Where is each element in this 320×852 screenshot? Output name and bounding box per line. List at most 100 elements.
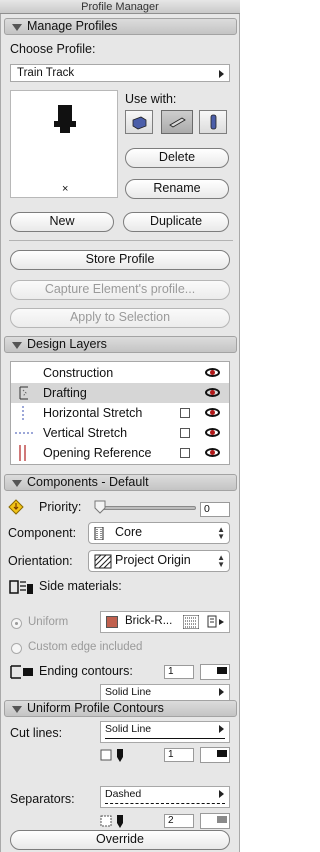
divider xyxy=(9,240,233,241)
layer-label: Horizontal Stretch xyxy=(43,406,143,420)
cut-pen-field[interactable]: 1 xyxy=(164,748,194,762)
solid-line-preview xyxy=(105,738,225,739)
visibility-eye-icon[interactable] xyxy=(205,388,220,397)
component-value: Core xyxy=(115,525,143,539)
layer-checkbox[interactable] xyxy=(180,408,190,418)
visibility-eye-icon[interactable] xyxy=(205,368,220,377)
material-select[interactable]: Brick-R... xyxy=(100,611,230,633)
manage-profiles-title: Manage Profiles xyxy=(27,19,118,33)
design-layers-header[interactable]: Design Layers xyxy=(4,336,237,353)
orientation-label: Orientation: xyxy=(8,554,73,568)
disclosure-triangle-icon[interactable] xyxy=(12,342,22,349)
layer-row-drafting[interactable]: Drafting xyxy=(11,383,229,403)
beam-tool-icon xyxy=(169,117,186,128)
custom-edge-radio[interactable] xyxy=(11,643,22,654)
dashed-line-preview xyxy=(105,803,225,804)
dropdown-arrow-icon xyxy=(219,790,224,798)
cut-line-type-select[interactable]: Solid Line xyxy=(100,721,230,743)
uniform-contours-header[interactable]: Uniform Profile Contours xyxy=(4,700,237,717)
dropdown-arrow-icon xyxy=(219,688,224,696)
profile-select[interactable]: Train Track xyxy=(10,64,230,82)
profile-select-value: Train Track xyxy=(17,67,75,79)
fill-pattern-icon xyxy=(183,615,199,629)
material-options-icon xyxy=(207,615,224,628)
window-titlebar[interactable]: Profile Manager xyxy=(0,0,240,14)
dropdown-arrow-icon xyxy=(219,70,224,78)
use-with-label: Use with: xyxy=(125,92,177,106)
side-materials-label: Side materials: xyxy=(39,579,122,593)
column-tool-icon xyxy=(210,114,217,130)
priority-slider[interactable] xyxy=(94,500,196,514)
ending-pen-field[interactable]: 1 xyxy=(164,665,194,679)
new-button[interactable]: New xyxy=(10,212,114,232)
apply-to-selection-button[interactable]: Apply to Selection xyxy=(10,308,230,328)
uniform-radio[interactable] xyxy=(11,618,22,629)
visibility-eye-icon[interactable] xyxy=(205,428,220,437)
profile-preview: × xyxy=(10,90,118,198)
custom-edge-label: Custom edge included xyxy=(28,641,143,653)
layer-row-vertical-stretch[interactable]: Vertical Stretch xyxy=(11,423,229,443)
window-title: Profile Manager xyxy=(81,1,159,13)
layer-row-horizontal-stretch[interactable]: Horizontal Stretch xyxy=(11,403,229,423)
priority-value-field[interactable]: 0 xyxy=(200,502,230,517)
use-with-column-button[interactable] xyxy=(199,110,227,134)
profile-manager-panel: Manage Profiles Choose Profile: Train Tr… xyxy=(0,14,240,852)
horizontal-stretch-icon xyxy=(22,406,24,420)
ending-line-type-value: Solid Line xyxy=(105,686,152,698)
orientation-value: Project Origin xyxy=(115,553,191,567)
visibility-eye-icon[interactable] xyxy=(205,408,220,417)
stepper-arrows-icon: ▲ ▼ xyxy=(217,525,225,541)
cut-pen-color-button[interactable] xyxy=(200,747,230,763)
cut-lines-label: Cut lines: xyxy=(10,726,63,740)
use-with-beam-button[interactable] xyxy=(161,110,193,134)
ending-pen-color-button[interactable] xyxy=(200,664,230,680)
separator-pen-override-icon[interactable] xyxy=(100,814,130,830)
slider-thumb-icon[interactable] xyxy=(94,500,106,514)
cut-pen-override-icon[interactable] xyxy=(100,748,130,764)
layer-checkbox[interactable] xyxy=(180,428,190,438)
opening-reference-icon xyxy=(19,445,26,461)
component-label: Component: xyxy=(8,526,77,540)
disclosure-triangle-icon[interactable] xyxy=(12,480,22,487)
layer-label: Vertical Stretch xyxy=(43,426,128,440)
separator-pen-color-button[interactable] xyxy=(200,813,230,829)
separator-pen-field[interactable]: 2 xyxy=(164,814,194,828)
uniform-label: Uniform xyxy=(28,616,69,628)
separator-line-type-select[interactable]: Dashed xyxy=(100,786,230,808)
layer-checkbox[interactable] xyxy=(180,448,190,458)
separator-line-type-value: Dashed xyxy=(105,788,142,800)
duplicate-button[interactable]: Duplicate xyxy=(123,212,229,232)
separators-label: Separators: xyxy=(10,792,75,806)
dropdown-arrow-icon xyxy=(219,725,224,733)
orientation-select[interactable]: Project Origin ▲ ▼ xyxy=(88,550,230,572)
rename-button[interactable]: Rename xyxy=(125,179,229,199)
ending-contours-label: Ending contours: xyxy=(39,664,133,678)
wall-tool-icon xyxy=(132,116,147,130)
capture-profile-button[interactable]: Capture Element's profile... xyxy=(10,280,230,300)
material-color xyxy=(107,617,117,627)
design-layers-title: Design Layers xyxy=(27,337,107,351)
design-layers-list: Construction Drafting Horizontal Stretch… xyxy=(10,361,230,465)
layer-label: Opening Reference xyxy=(43,446,152,460)
store-profile-button[interactable]: Store Profile xyxy=(10,250,230,270)
manage-profiles-header[interactable]: Manage Profiles xyxy=(4,18,237,35)
override-button[interactable]: Override xyxy=(10,830,230,850)
delete-button[interactable]: Delete xyxy=(125,148,229,168)
uniform-contours-title: Uniform Profile Contours xyxy=(27,701,164,715)
layer-label: Drafting xyxy=(43,386,87,400)
disclosure-triangle-icon[interactable] xyxy=(12,24,22,31)
stepper-arrows-icon: ▲ ▼ xyxy=(217,553,225,569)
priority-label: Priority: xyxy=(39,500,82,514)
core-component-icon xyxy=(94,527,104,540)
drafting-layer-icon xyxy=(19,386,28,400)
vertical-stretch-icon xyxy=(15,432,35,434)
layer-row-opening-reference[interactable]: Opening Reference xyxy=(11,443,229,463)
priority-icon xyxy=(8,499,24,515)
layer-row-construction[interactable]: Construction xyxy=(11,363,229,383)
components-header[interactable]: Components - Default xyxy=(4,474,237,491)
visibility-eye-icon[interactable] xyxy=(205,448,220,457)
material-swatch xyxy=(106,616,118,628)
component-select[interactable]: Core ▲ ▼ xyxy=(88,522,230,544)
disclosure-triangle-icon[interactable] xyxy=(12,706,22,713)
use-with-wall-button[interactable] xyxy=(125,110,153,134)
